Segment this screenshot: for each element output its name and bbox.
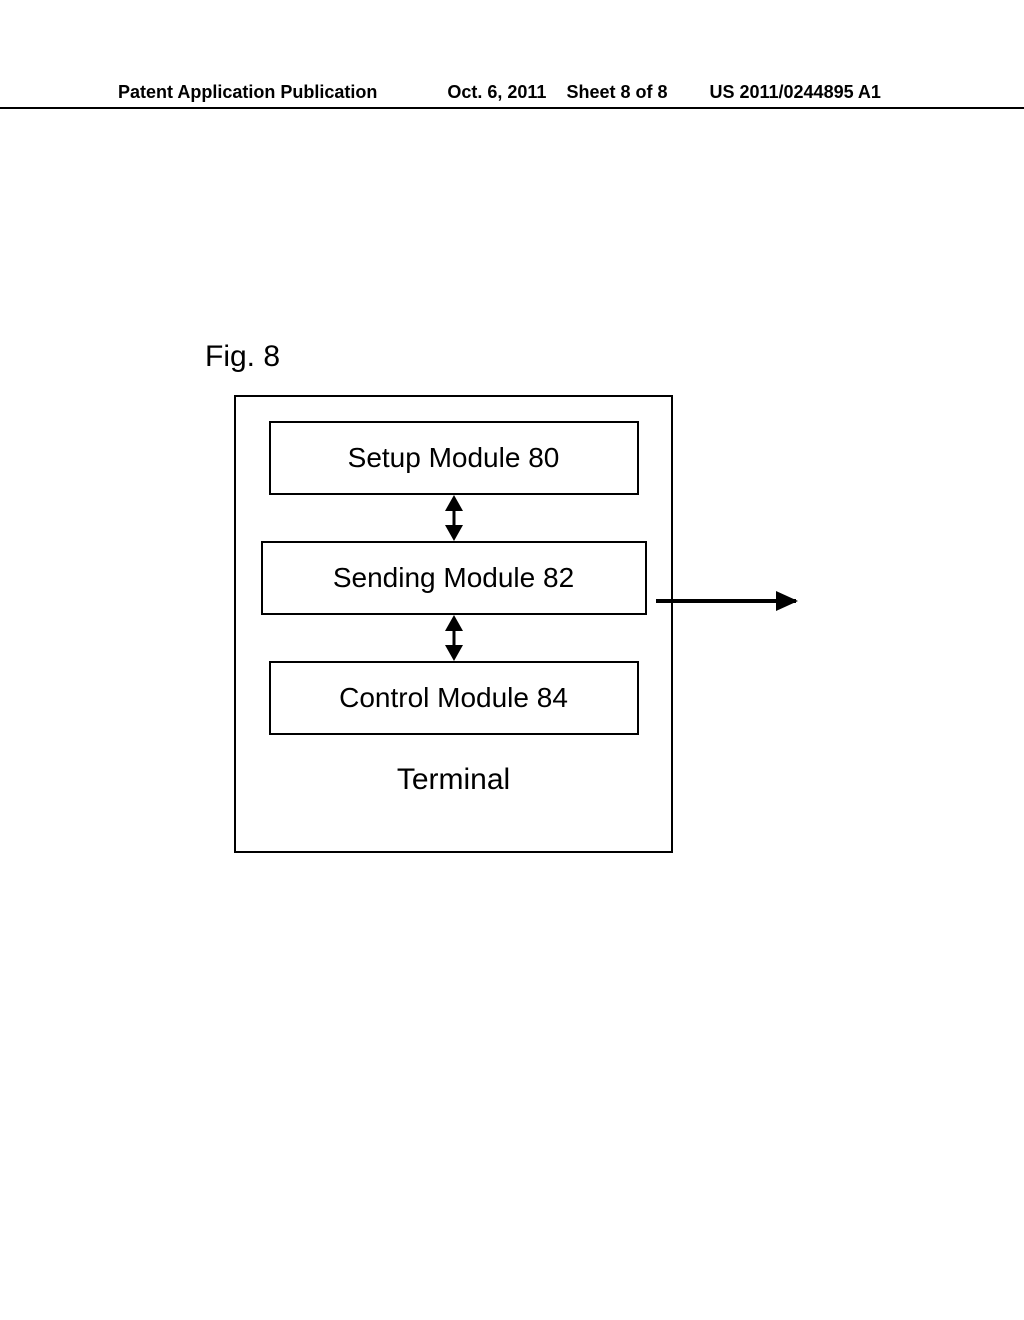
terminal-box: Setup Module 80 Sending Module 82 Contro… bbox=[234, 395, 673, 853]
sending-module-label: Sending Module 82 bbox=[333, 562, 574, 594]
control-module-box: Control Module 84 bbox=[269, 661, 639, 735]
page-header: Patent Application Publication Oct. 6, 2… bbox=[0, 82, 1024, 109]
control-module-label: Control Module 84 bbox=[339, 682, 568, 714]
connector-sending-control bbox=[453, 615, 455, 661]
diagram: Setup Module 80 Sending Module 82 Contro… bbox=[234, 395, 673, 853]
connector-setup-sending bbox=[453, 495, 455, 541]
output-arrow bbox=[656, 599, 796, 603]
page: Patent Application Publication Oct. 6, 2… bbox=[0, 0, 1024, 1320]
sending-module-box: Sending Module 82 bbox=[261, 541, 647, 615]
arrow-down-icon bbox=[445, 645, 463, 661]
publication-number: US 2011/0244895 A1 bbox=[709, 82, 880, 103]
publication-type: Patent Application Publication bbox=[118, 82, 377, 103]
figure-label: Fig. 8 bbox=[205, 340, 280, 374]
setup-module-box: Setup Module 80 bbox=[269, 421, 639, 495]
terminal-label: Terminal bbox=[397, 763, 510, 797]
arrow-down-icon bbox=[445, 525, 463, 541]
publication-date: Oct. 6, 2011 bbox=[447, 82, 546, 103]
setup-module-label: Setup Module 80 bbox=[348, 442, 560, 474]
sheet-number: Sheet 8 of 8 bbox=[566, 82, 667, 103]
